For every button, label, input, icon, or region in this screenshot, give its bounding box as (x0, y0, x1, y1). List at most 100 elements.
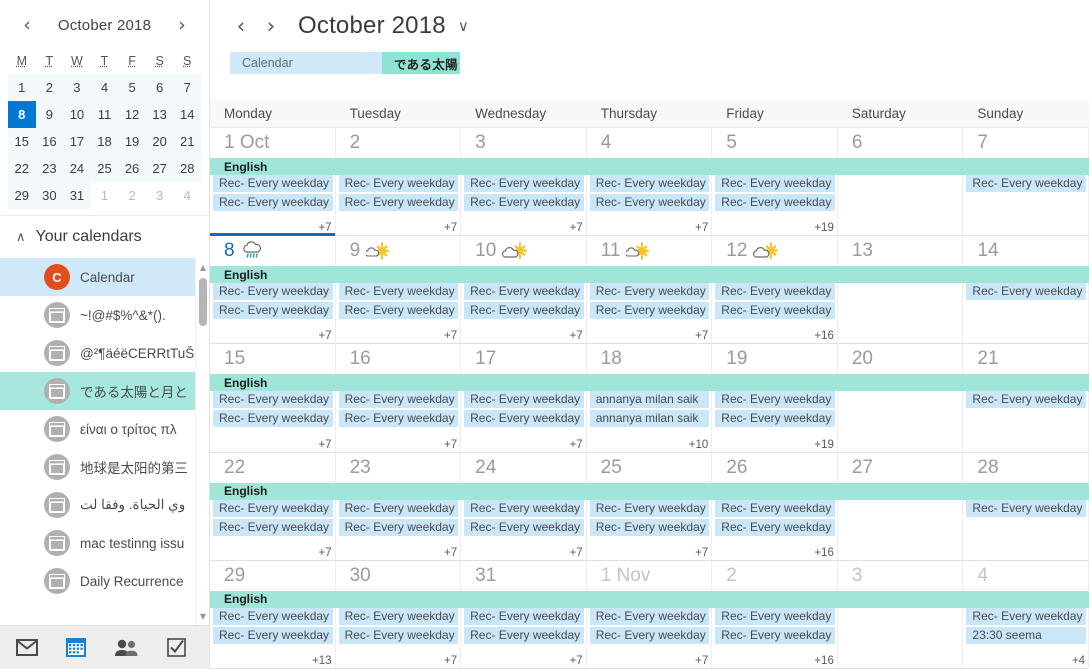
mini-day-28[interactable]: 28 (173, 155, 201, 182)
calendar-list-item[interactable]: 地球是太阳的第三 (0, 448, 209, 486)
more-events-link[interactable]: +7 (318, 439, 331, 451)
event-chip[interactable]: annanya milan saik (589, 410, 710, 428)
event-chip[interactable]: Rec- Every weekday (715, 302, 835, 320)
event-chip[interactable]: Rec- Every weekday (338, 607, 459, 625)
event-chip[interactable]: Rec- Every weekday (589, 607, 710, 625)
more-events-link[interactable]: +13 (312, 655, 332, 667)
mini-prev-month-button[interactable]: ‹ (16, 15, 38, 35)
mini-day-1[interactable]: 1 (90, 182, 119, 209)
event-chip[interactable]: Rec- Every weekday (589, 194, 710, 211)
more-events-link[interactable]: +7 (570, 439, 583, 451)
mini-next-month-button[interactable]: › (171, 15, 193, 35)
mini-day-14[interactable]: 14 (173, 101, 201, 128)
mini-day-15[interactable]: 15 (8, 128, 36, 155)
calendar-list-item[interactable]: وي الحياة. وفقا لت (0, 486, 209, 524)
mini-day-8[interactable]: 8 (8, 101, 36, 128)
event-chip[interactable]: Rec- Every weekday (589, 283, 710, 301)
more-events-link[interactable]: +7 (570, 655, 583, 667)
event-chip[interactable]: Rec- Every weekday (715, 518, 835, 536)
more-events-link[interactable]: +7 (318, 222, 331, 234)
mini-day-4[interactable]: 4 (90, 74, 119, 101)
event-chip[interactable]: Rec- Every weekday (966, 607, 1086, 625)
mini-day-9[interactable]: 9 (35, 101, 64, 128)
event-chip[interactable]: Rec- Every weekday (464, 194, 584, 211)
event-chip[interactable]: Rec- Every weekday (213, 499, 333, 517)
chevron-down-icon[interactable]: ∨ (458, 17, 469, 35)
more-events-link[interactable]: +4 (1072, 655, 1085, 667)
event-chip[interactable]: Rec- Every weekday (338, 391, 459, 409)
event-chip[interactable]: Rec- Every weekday (213, 175, 333, 192)
calendar-tab[interactable]: Calendar (230, 52, 382, 74)
event-chip[interactable]: Rec- Every weekday (464, 410, 584, 428)
your-calendars-header[interactable]: ∧ Your calendars (0, 215, 209, 258)
event-chip[interactable]: Rec- Every weekday (589, 175, 710, 192)
people-icon[interactable] (114, 639, 139, 656)
mini-day-23[interactable]: 23 (35, 155, 64, 182)
more-events-link[interactable]: +7 (570, 222, 583, 234)
more-events-link[interactable]: +16 (814, 330, 834, 342)
more-events-link[interactable]: +7 (444, 330, 457, 342)
calendar-list-item[interactable]: είναι ο τρίτος πλ (0, 410, 209, 448)
event-chip[interactable]: Rec- Every weekday (715, 283, 835, 301)
mini-day-18[interactable]: 18 (90, 128, 119, 155)
mini-day-27[interactable]: 27 (145, 155, 174, 182)
event-chip[interactable]: Rec- Every weekday (213, 283, 333, 301)
calendar-list-item[interactable]: @²¶äéëCERRtTuŠ (0, 334, 209, 372)
mini-day-29[interactable]: 29 (8, 182, 36, 209)
prev-month-button[interactable]: ‹ (232, 15, 250, 37)
more-events-link[interactable]: +16 (814, 655, 834, 667)
all-day-event[interactable]: English (210, 482, 1089, 500)
mini-day-30[interactable]: 30 (35, 182, 64, 209)
event-chip[interactable]: Rec- Every weekday (589, 302, 710, 320)
event-chip[interactable]: Rec- Every weekday (338, 410, 459, 428)
mini-day-3[interactable]: 3 (63, 74, 91, 101)
event-chip[interactable]: Rec- Every weekday (966, 175, 1086, 192)
mini-day-6[interactable]: 6 (145, 74, 174, 101)
event-chip[interactable]: Rec- Every weekday (966, 391, 1086, 409)
more-events-link[interactable]: +19 (814, 222, 834, 234)
more-events-link[interactable]: +7 (444, 655, 457, 667)
mini-day-7[interactable]: 7 (173, 74, 201, 101)
event-chip[interactable]: Rec- Every weekday (966, 283, 1086, 301)
all-day-event[interactable]: English (210, 266, 1089, 284)
calendar-list-item[interactable]: C Calendar (0, 258, 209, 296)
mini-day-2[interactable]: 2 (118, 182, 146, 209)
event-chip[interactable]: Rec- Every weekday (338, 283, 459, 301)
next-month-button[interactable]: › (262, 15, 280, 37)
event-chip[interactable]: Rec- Every weekday (464, 302, 584, 320)
event-chip[interactable]: Rec- Every weekday (338, 302, 459, 320)
more-events-link[interactable]: +7 (570, 330, 583, 342)
calendar-icon[interactable] (66, 638, 86, 657)
event-chip[interactable]: Rec- Every weekday (464, 391, 584, 409)
event-chip[interactable]: Rec- Every weekday (213, 518, 333, 536)
mini-day-17[interactable]: 17 (63, 128, 91, 155)
mail-icon[interactable] (16, 639, 38, 656)
event-chip[interactable]: Rec- Every weekday (338, 499, 459, 517)
event-chip[interactable]: Rec- Every weekday (213, 607, 333, 625)
mini-day-19[interactable]: 19 (118, 128, 146, 155)
mini-day-2[interactable]: 2 (35, 74, 64, 101)
mini-day-4[interactable]: 4 (173, 182, 201, 209)
mini-day-26[interactable]: 26 (118, 155, 146, 182)
event-chip[interactable]: Rec- Every weekday (589, 626, 710, 644)
event-chip[interactable]: Rec- Every weekday (338, 626, 459, 644)
calendar-tab[interactable]: である太陽と月と相 (382, 52, 460, 74)
chevron-up-icon[interactable]: ∧ (16, 230, 26, 245)
mini-day-12[interactable]: 12 (118, 101, 146, 128)
event-chip[interactable]: Rec- Every weekday (589, 499, 710, 517)
mini-day-22[interactable]: 22 (8, 155, 36, 182)
more-events-link[interactable]: +19 (814, 439, 834, 451)
scroll-down-arrow-icon[interactable]: ▼ (196, 609, 209, 623)
event-chip[interactable]: Rec- Every weekday (464, 499, 584, 517)
more-events-link[interactable]: +7 (444, 547, 457, 559)
more-events-link[interactable]: +7 (318, 330, 331, 342)
mini-day-16[interactable]: 16 (35, 128, 64, 155)
event-chip[interactable]: Rec- Every weekday (213, 302, 333, 320)
mini-day-5[interactable]: 5 (118, 74, 146, 101)
calendar-list-item[interactable]: Daily Recurrence (0, 562, 209, 600)
more-events-link[interactable]: +7 (444, 222, 457, 234)
event-chip[interactable]: Rec- Every weekday (589, 518, 710, 536)
event-chip[interactable]: Rec- Every weekday (464, 607, 584, 625)
more-events-link[interactable]: +7 (695, 330, 708, 342)
more-events-link[interactable]: +7 (570, 547, 583, 559)
